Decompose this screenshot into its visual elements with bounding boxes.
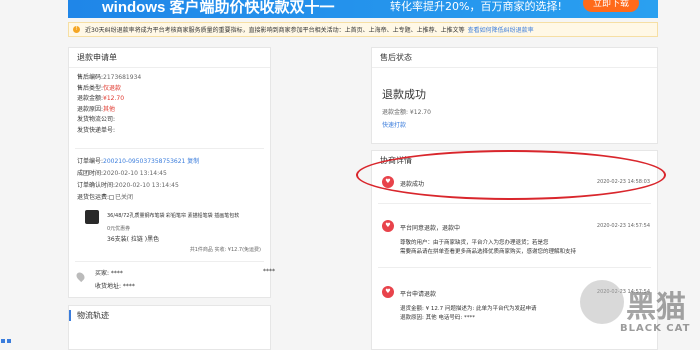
field-logistics-company: 发货物流公司: — [77, 116, 116, 123]
notice-bar: ! 近30天纠纷退款率将成为平台考核商家服务质量的重要指标，直接影响到商家参加平… — [68, 22, 658, 37]
product-total: 共1件商品 实收: ¥12.7(免运费) — [189, 247, 261, 253]
divider — [378, 203, 651, 204]
refund-status: 退款成功 — [382, 88, 426, 101]
copy-link[interactable]: 复制 — [187, 158, 199, 165]
heart-avatar-icon: ♥ — [382, 220, 394, 232]
product-thumbnail — [85, 210, 99, 224]
product-coupon: 0元优惠券 — [107, 226, 131, 232]
info-icon: ! — [73, 26, 80, 33]
field-tracking-number: 发货快递单号: — [77, 127, 116, 134]
watermark-subtext: BLACK CAT — [620, 323, 691, 334]
status-amount: 退款金额: ¥12.70 — [382, 109, 431, 116]
logistics-panel: 物流轨迹 — [68, 305, 271, 350]
grid-icon — [0, 338, 12, 350]
highlight-ellipse — [356, 150, 666, 200]
field-after-sale-type: 售后类型:仅退款 — [77, 85, 122, 92]
watermark-text: 黑猫 — [626, 290, 686, 325]
product-spec: 36支装( 拉链 )黑色 — [107, 236, 160, 243]
promo-banner[interactable]: windows 客户端助价快收款双十一 转化率提升20%，百万商家的选择! 立即… — [68, 0, 658, 18]
buyer-address: 收货地址: **** — [95, 283, 135, 290]
quick-pay-link[interactable]: 快速打款 — [382, 120, 406, 129]
field-refund-reason: 退款原因:其他 — [77, 106, 116, 113]
negotiation-item-title: 平台申请退款 — [400, 291, 437, 298]
black-cat-watermark: 黑猫 BLACK CAT — [580, 280, 700, 350]
product-name: 36/48/72孔质量钢布笔袋 彩铅笔帘 素描铅笔袋 插画笔包软 — [107, 213, 240, 219]
field-confirm-time: 订单确认时间:2020-02-10 13:14:45 — [77, 182, 179, 189]
product-card[interactable]: 36/48/72孔质量钢布笔袋 彩铅笔帘 素描铅笔袋 插画笔包软 0元优惠券 3… — [77, 206, 265, 254]
field-after-sale-id: 售后编码:2173681934 — [77, 74, 142, 81]
after-sale-status-panel: 售后状态 退款成功 退款金额: ¥12.70 快速打款 — [371, 47, 658, 144]
buyer-masked: **** — [263, 268, 275, 275]
banner-subtitle: 转化率提升20%，百万商家的选择! — [390, 0, 562, 13]
field-refund-amount: 退款金额:¥12.70 — [77, 95, 125, 102]
notice-link[interactable]: 查看如何降低纠纷退款率 — [468, 25, 534, 34]
refund-request-title: 退款申请单 — [69, 48, 270, 68]
download-button[interactable]: 立即下载 — [583, 0, 639, 12]
negotiation-item-body: 尊敬的用户：由于商家缺货，平台介入为您办理退货；若是您 — [400, 240, 549, 246]
divider — [378, 267, 651, 268]
return-shipping-checkbox[interactable] — [109, 195, 115, 200]
notice-text: 近30天纠纷退款率将成为平台考核商家服务质量的重要指标，直接影响到商家参加平台相… — [85, 27, 465, 34]
divider — [75, 148, 264, 149]
heart-avatar-icon: ♥ — [382, 286, 394, 298]
cat-logo-icon — [580, 280, 624, 324]
field-return-shipping: 退货包运费: 已关闭 — [77, 194, 134, 201]
after-sale-title: 售后状态 — [372, 48, 657, 68]
buyer-name: 买家: **** — [95, 270, 123, 277]
negotiation-item-time: 2020-02-23 14:57:54 — [596, 223, 650, 229]
location-pin-icon — [74, 270, 87, 283]
divider — [75, 261, 264, 262]
field-order-id: 订单编号:200210-095037358753621 复制 — [77, 158, 200, 165]
negotiation-item-title: 平台同意退款，退款中 — [400, 225, 461, 232]
refund-request-panel: 退款申请单 售后编码:2173681934 售后类型:仅退款 退款金额:¥12.… — [68, 47, 275, 298]
field-group-time: 成团时间:2020-02-10 13:14:45 — [77, 170, 167, 177]
negotiation-item-body: 需要商品请在拼单查看更多商品选择优质商家购买，感谢您的理解和支持 — [400, 249, 577, 255]
logistics-title: 物流轨迹 — [69, 310, 109, 321]
banner-title: windows 客户端助价快收款双十一 — [102, 0, 335, 16]
